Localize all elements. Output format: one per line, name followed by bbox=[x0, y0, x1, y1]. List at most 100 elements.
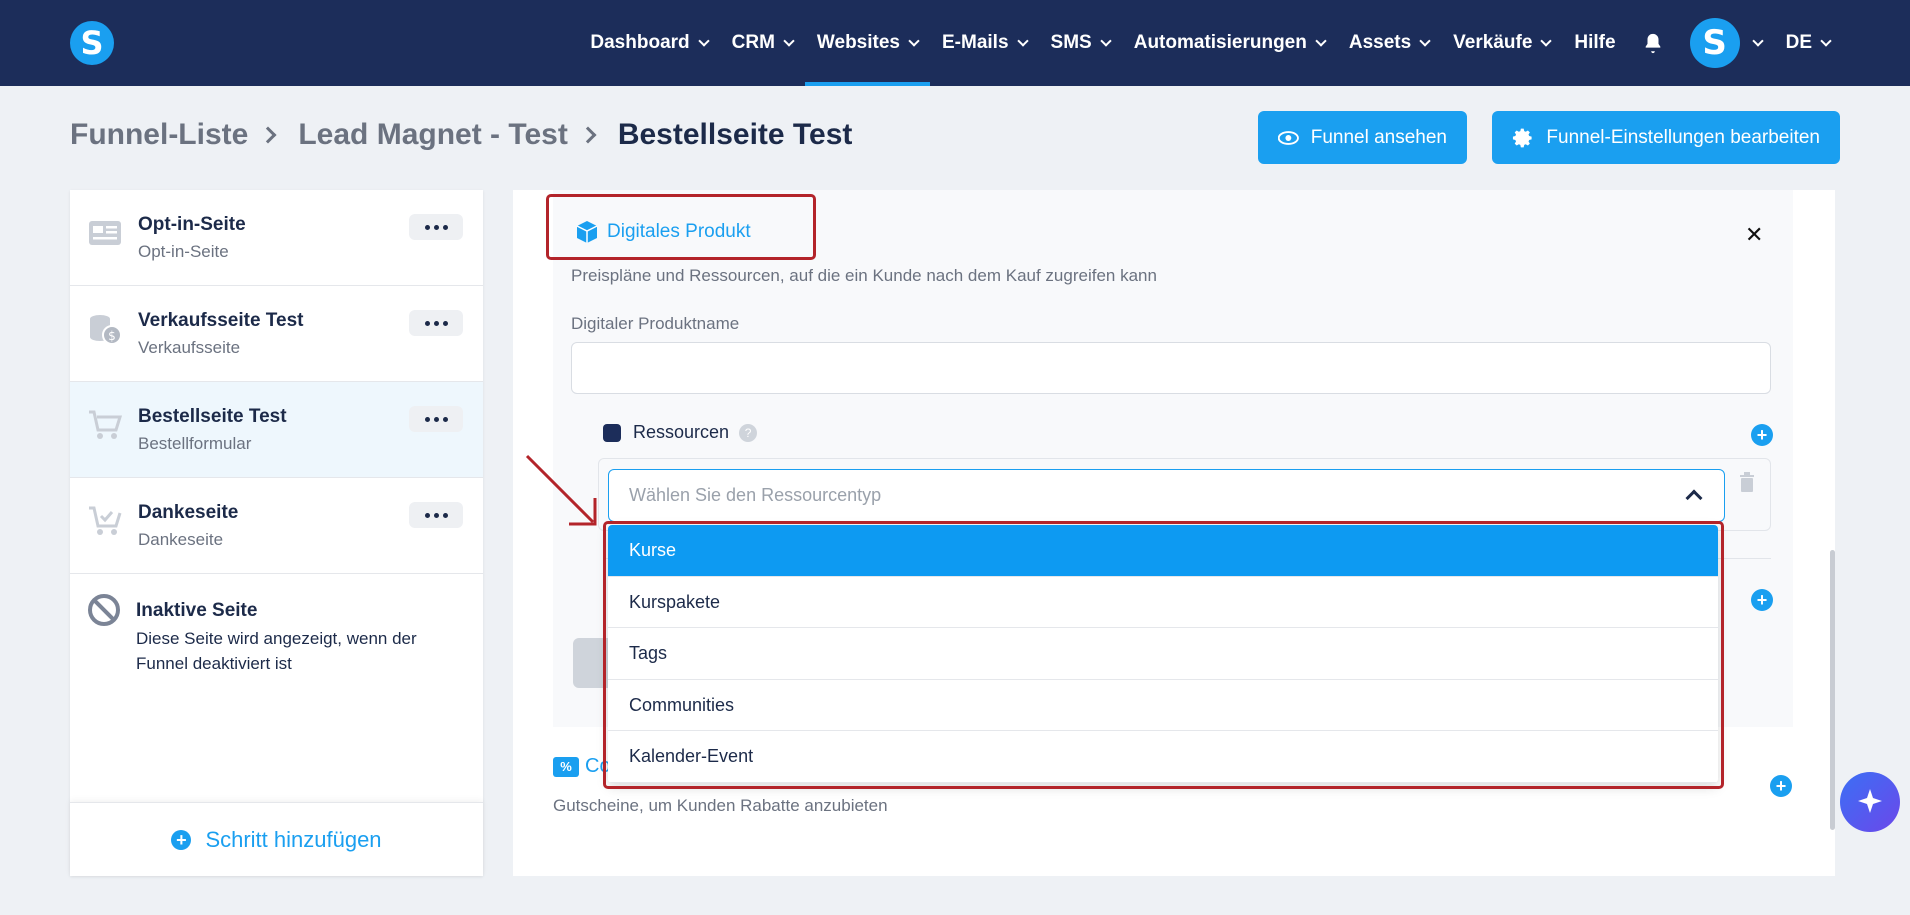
breadcrumb-funnel-list[interactable]: Funnel-Liste bbox=[70, 118, 248, 152]
inactive-description: Diese Seite wird angezeigt, wenn der Fun… bbox=[136, 629, 417, 673]
page-title: Bestellseite Test bbox=[617, 118, 853, 151]
nav-sms[interactable]: SMS bbox=[1039, 0, 1122, 86]
chevron-down-icon bbox=[908, 34, 920, 47]
nav-hilfe[interactable]: Hilfe bbox=[1562, 0, 1627, 86]
cart-icon bbox=[89, 410, 122, 439]
nav-websites[interactable]: Websites bbox=[804, 0, 931, 86]
step-title: Inaktive Seite bbox=[136, 600, 258, 621]
annotation-box bbox=[546, 194, 816, 260]
form-icon bbox=[89, 221, 121, 245]
step-opt-in[interactable]: Opt-in-Seite Opt-in-Seite bbox=[70, 190, 483, 286]
step-title: Verkaufsseite Test bbox=[138, 310, 304, 331]
nav-automatisierungen[interactable]: Automatisierungen bbox=[1122, 0, 1337, 86]
step-title: Opt-in-Seite bbox=[138, 214, 246, 235]
annotation-arrow-icon bbox=[525, 454, 597, 526]
avatar: S bbox=[1689, 18, 1740, 68]
nav-label: Automatisierungen bbox=[1133, 32, 1307, 53]
coins-icon: $ bbox=[90, 315, 122, 345]
nav-label: Dashboard bbox=[590, 32, 690, 53]
more-options-button[interactable] bbox=[409, 502, 463, 528]
chevron-down-icon bbox=[1419, 34, 1431, 47]
main-nav: Dashboard CRM Websites E-Mails SMS Autom… bbox=[578, 0, 1910, 86]
scrollbar[interactable] bbox=[1830, 550, 1835, 830]
chevron-down-icon bbox=[1751, 34, 1764, 47]
help-icon[interactable]: ? bbox=[739, 423, 758, 442]
coupon-icon: % bbox=[553, 756, 579, 777]
chevron-right-icon bbox=[579, 126, 597, 144]
nav-label: Hilfe bbox=[1574, 32, 1616, 53]
gear-icon bbox=[1512, 128, 1532, 147]
view-funnel-button[interactable]: Funnel ansehen bbox=[1258, 111, 1467, 164]
product-name-input[interactable] bbox=[571, 342, 1771, 394]
more-options-button[interactable] bbox=[409, 310, 463, 336]
chevron-up-icon bbox=[1685, 489, 1703, 507]
nav-label: E-Mails bbox=[942, 32, 1009, 53]
step-subtitle: Opt-in-Seite bbox=[138, 242, 229, 261]
coupon-header: % Co bbox=[553, 755, 611, 778]
product-description: Preispläne und Ressourcen, auf die ein K… bbox=[571, 266, 1157, 285]
nav-dashboard[interactable]: Dashboard bbox=[578, 0, 719, 86]
step-subtitle: Verkaufsseite bbox=[138, 338, 241, 357]
step-subtitle: Dankeseite bbox=[138, 530, 224, 549]
more-options-button[interactable] bbox=[409, 214, 463, 240]
nav-emails[interactable]: E-Mails bbox=[930, 0, 1039, 86]
close-icon[interactable]: ✕ bbox=[1745, 222, 1763, 248]
language-label: DE bbox=[1785, 32, 1812, 53]
ai-assistant-button[interactable] bbox=[1840, 772, 1900, 832]
add-price-plan-button[interactable]: + bbox=[1751, 589, 1773, 611]
resources-label: Ressourcen bbox=[633, 422, 730, 442]
nav-crm[interactable]: CRM bbox=[720, 0, 805, 86]
inactive-page-step[interactable]: Inaktive Seite Diese Seite wird angezeig… bbox=[70, 574, 483, 804]
coupon-description: Gutscheine, um Kunden Rabatte anzubieten bbox=[553, 796, 888, 815]
language-selector[interactable]: DE bbox=[1774, 0, 1842, 86]
chevron-right-icon bbox=[259, 126, 277, 144]
cart-check-icon bbox=[89, 506, 122, 535]
step-verkaufsseite[interactable]: $ Verkaufsseite Test Verkaufsseite bbox=[70, 286, 483, 382]
nav-verkaeufe[interactable]: Verkäufe bbox=[1441, 0, 1562, 86]
breadcrumb-funnel[interactable]: Lead Magnet - Test bbox=[298, 118, 567, 152]
trash-icon[interactable] bbox=[1739, 472, 1755, 492]
step-bestellseite[interactable]: Bestellseite Test Bestellformular bbox=[70, 382, 483, 478]
top-navigation-bar: S Dashboard CRM Websites E-Mails SMS Aut… bbox=[0, 0, 1910, 86]
ban-icon bbox=[88, 594, 120, 626]
view-funnel-label: Funnel ansehen bbox=[1310, 126, 1447, 148]
resources-header: Ressourcen ? bbox=[603, 422, 758, 443]
step-title: Bestellseite Test bbox=[138, 406, 287, 427]
step-dankeseite[interactable]: Dankeseite Dankeseite bbox=[70, 478, 483, 574]
chevron-down-icon bbox=[783, 34, 795, 47]
add-resource-button[interactable]: + bbox=[1751, 424, 1773, 446]
checklist-icon bbox=[603, 423, 621, 442]
funnel-steps-panel: Opt-in-Seite Opt-in-Seite $ Verkaufsseit… bbox=[70, 190, 483, 876]
logo-icon[interactable]: S bbox=[70, 21, 114, 65]
chevron-down-icon bbox=[1820, 34, 1832, 47]
chevron-down-icon bbox=[1100, 34, 1112, 47]
chevron-down-icon bbox=[1540, 34, 1553, 47]
resource-type-select[interactable]: Wählen Sie den Ressourcentyp bbox=[608, 469, 1725, 522]
step-subtitle: Bestellformular bbox=[138, 434, 252, 453]
edit-funnel-settings-button[interactable]: Funnel-Einstellungen bearbeiten bbox=[1492, 111, 1840, 164]
more-options-button[interactable] bbox=[409, 406, 463, 432]
step-title: Dankeseite bbox=[138, 502, 239, 523]
add-step-button[interactable]: + Schritt hinzufügen bbox=[70, 802, 483, 876]
nav-label: Verkäufe bbox=[1453, 32, 1533, 53]
product-name-label: Digitaler Produktname bbox=[571, 314, 740, 333]
edit-settings-label: Funnel-Einstellungen bearbeiten bbox=[1546, 126, 1820, 148]
chevron-down-icon bbox=[1315, 34, 1327, 47]
add-coupon-button[interactable]: + bbox=[1770, 775, 1792, 797]
user-menu[interactable]: S bbox=[1678, 18, 1774, 68]
select-placeholder: Wählen Sie den Ressourcentyp bbox=[629, 485, 882, 505]
plus-circle-icon: + bbox=[171, 829, 192, 850]
svg-text:$: $ bbox=[108, 329, 116, 343]
breadcrumb: Funnel-Liste Lead Magnet - Test Bestells… bbox=[70, 118, 852, 152]
chevron-down-icon bbox=[1016, 34, 1029, 47]
nav-assets[interactable]: Assets bbox=[1337, 0, 1441, 86]
nav-label: Assets bbox=[1348, 32, 1412, 53]
chevron-down-icon bbox=[697, 34, 710, 47]
nav-label: SMS bbox=[1050, 32, 1092, 53]
nav-label: CRM bbox=[731, 32, 775, 53]
bell-icon[interactable] bbox=[1642, 32, 1664, 54]
add-step-label: Schritt hinzufügen bbox=[205, 826, 382, 852]
nav-label: Websites bbox=[816, 32, 900, 53]
eye-icon bbox=[1278, 130, 1299, 145]
sparkle-icon bbox=[1858, 789, 1882, 813]
